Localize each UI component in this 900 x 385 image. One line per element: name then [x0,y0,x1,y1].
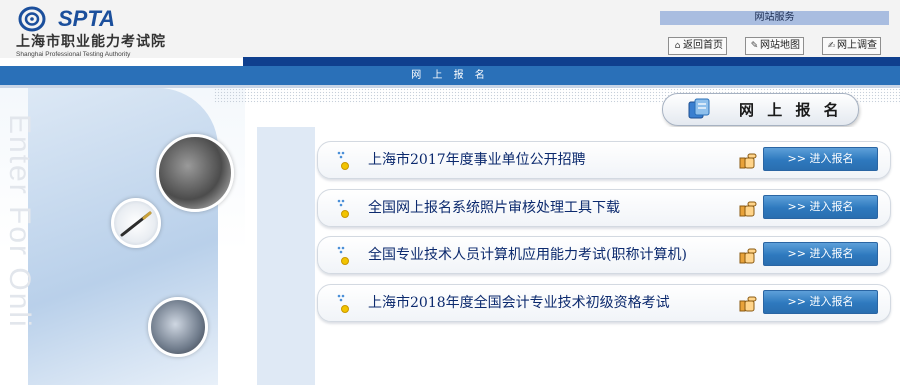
logo-chinese-name: 上海市职业能力考试院 [16,34,166,50]
site-services-title: 网站服务 [660,11,889,25]
site-header: SPTA 上海市职业能力考试院 Shanghai Professional Te… [0,0,900,58]
registration-item-title[interactable]: 全国网上报名系统照片审核处理工具下载 [368,190,738,226]
home-icon: ⌂ [674,41,681,51]
bullet-icon [337,151,349,170]
registration-item-title[interactable]: 上海市2018年度全国会计专业技术初级资格考试 [368,285,738,321]
survey-button-label: 网上调查 [837,40,877,51]
bullet-icon [337,294,349,313]
registration-item: 上海市2017年度事业单位公开招聘 >> 进入报名 [317,141,891,179]
enter-registration-button[interactable]: >> 进入报名 [763,195,878,219]
registration-icon [688,98,710,119]
registration-item: 全国专业技术人员计算机应用能力考试(职称计算机) >> 进入报名 [317,236,891,274]
sitemap-button[interactable]: ✎ 网站地图 [745,37,804,55]
sitemap-button-label: 网站地图 [760,40,800,51]
survey-icon: ✍ [827,41,836,51]
bullet-icon [337,246,349,265]
navigation-bar: 网 上 报 名 [0,66,900,85]
pointing-hand-icon [739,296,757,312]
pointing-hand-icon [739,248,757,264]
logo-mark-icon [18,6,46,32]
left-decorative-panel: Enter For Onli [0,88,245,385]
section-title: 网 上 报 名 [739,101,843,119]
registration-item-title[interactable]: 全国专业技术人员计算机应用能力考试(职称计算机) [368,237,738,273]
survey-button[interactable]: ✍ 网上调查 [822,37,881,55]
logo-abbreviation: SPTA [58,6,116,31]
vertical-decorative-text: Enter For Onli [3,114,36,329]
pointing-hand-icon [739,153,757,169]
site-logo[interactable]: SPTA 上海市职业能力考试院 Shanghai Professional Te… [14,4,224,58]
office-photo-circle [156,134,234,212]
pen-icon [120,211,152,237]
enter-registration-button[interactable]: >> 进入报名 [763,290,878,314]
registration-item: 上海市2018年度全国会计专业技术初级资格考试 >> 进入报名 [317,284,891,322]
pointing-hand-icon [739,201,757,217]
section-title-badge: 网 上 报 名 [662,93,859,126]
registration-item-title[interactable]: 上海市2017年度事业单位公开招聘 [368,142,738,178]
logo-english-name: Shanghai Professional Testing Authority [16,51,131,58]
pen-photo-circle [111,198,161,248]
content-side-bar [257,127,315,385]
header-blue-strip [243,57,900,66]
navbar-current-section: 网 上 报 名 [411,70,489,81]
enter-registration-button[interactable]: >> 进入报名 [763,147,878,171]
people-photo-circle [148,297,208,357]
bullet-icon [337,199,349,218]
registration-item: 全国网上报名系统照片审核处理工具下载 >> 进入报名 [317,189,891,227]
home-button[interactable]: ⌂ 返回首页 [668,37,727,55]
home-button-label: 返回首页 [683,40,723,51]
enter-registration-button[interactable]: >> 进入报名 [763,242,878,266]
sitemap-icon: ✎ [750,41,759,51]
